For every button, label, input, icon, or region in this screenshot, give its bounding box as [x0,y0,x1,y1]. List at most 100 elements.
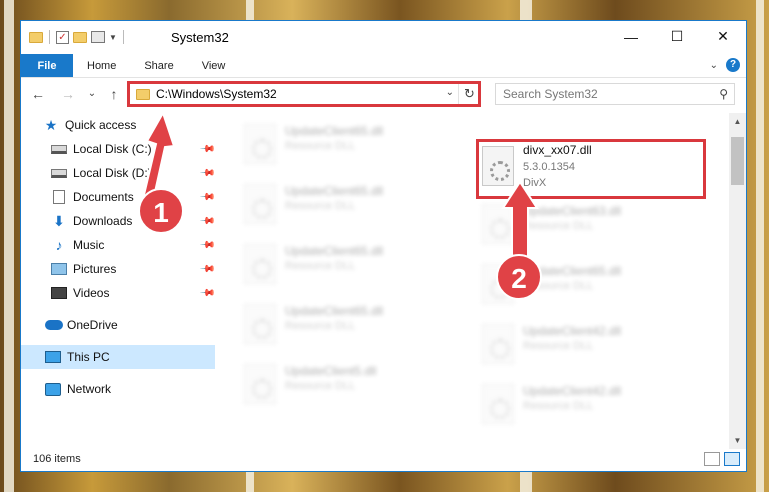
dll-file-icon [244,184,276,224]
file-name: UpdateClient65.dll [285,124,384,138]
close-button[interactable]: ✕ [700,21,746,52]
recent-locations-button[interactable]: ⌄ [83,85,101,103]
pin-icon[interactable]: 📌 [199,261,216,278]
sidebar-item-label: Local Disk (D:) [73,166,152,180]
sidebar-item-local-disk-d[interactable]: Local Disk (D:) 📌 [21,161,216,185]
file-type: Resource DLL [523,220,594,232]
list-item[interactable]: UpdateClient65.dll Resource DLL [241,299,471,349]
list-item[interactable]: UpdateClient5.dll Resource DLL [241,359,471,409]
sidebar-item-downloads[interactable]: ⬇ Downloads 📌 [21,209,215,233]
tab-view[interactable]: View [188,54,240,77]
forward-button[interactable]: → [59,85,77,103]
pin-icon[interactable]: 📌 [199,285,216,302]
view-toggle [704,452,740,466]
tree-bark [4,0,14,492]
disk-icon [51,168,67,178]
cloud-icon [45,320,63,330]
search-box[interactable]: Search System32 ⚲ [495,83,735,105]
properties-check-icon[interactable]: ✓ [56,30,69,44]
sidebar-item-videos[interactable]: Videos 📌 [21,281,216,305]
dll-file-icon [244,364,276,404]
search-input[interactable]: Search System32 [503,87,598,101]
new-folder-icon[interactable] [73,31,87,43]
scroll-up-arrow-icon[interactable]: ▲ [729,113,746,130]
maximize-button[interactable]: ☐ [654,21,700,52]
sidebar-item-label: Pictures [73,262,117,276]
document-icon [53,190,65,204]
dll-file-icon [244,244,276,284]
tab-home[interactable]: Home [73,54,130,77]
file-explorer-window: ✓ ▼ System32 — ☐ ✕ File Home Share View … [20,20,747,472]
sidebar-item-label: Local Disk (C:) [73,142,152,156]
search-icon[interactable]: ⚲ [719,87,728,101]
videos-icon [51,287,67,299]
sidebar-item-label: Downloads [73,214,133,228]
pictures-icon [51,263,67,275]
file-name: UpdateClient42.dll [523,384,622,398]
back-button[interactable]: ← [29,85,47,103]
sidebar-item-this-pc[interactable]: This PC [21,345,215,369]
scrollbar-thumb[interactable] [731,137,744,185]
sidebar-item-local-disk-c[interactable]: Local Disk (C:) 📌 [21,137,216,161]
dll-file-icon [244,124,276,164]
sidebar-item-label: This PC [67,350,110,364]
chevron-down-icon[interactable]: ▼ [109,33,117,42]
expand-ribbon-icon[interactable]: ⌄ [710,60,718,71]
file-type: Resource DLL [285,320,356,332]
help-icon[interactable]: ? [726,58,740,72]
sidebar-item-label: Videos [73,286,110,300]
navigation-bar: ← → ⌄ ↑ C:\Windows\System32 ⌄ ↻ Search S… [21,79,746,109]
dll-file-icon [482,384,514,424]
list-item[interactable]: UpdateClient42.dll Resource DLL [479,319,709,369]
sidebar-item-network[interactable]: Network [21,377,215,401]
sidebar-item-quick-access[interactable]: ★ Quick access [21,113,215,137]
star-icon: ★ [44,116,58,133]
sidebar-item-music[interactable]: ♪ Music 📌 [21,233,216,257]
sidebar-item-label: OneDrive [67,318,118,332]
tab-share[interactable]: Share [130,54,187,77]
sidebar-item-label: Quick access [65,118,137,132]
file-name: UpdateClient5.dll [285,364,377,378]
view-properties-icon[interactable] [91,31,105,43]
pin-icon[interactable]: 📌 [199,237,216,254]
file-type: Resource DLL [285,380,356,392]
up-button[interactable]: ↑ [105,85,123,103]
pin-icon[interactable]: 📌 [199,189,216,206]
step-1-badge: 1 [138,188,184,234]
details-view-icon[interactable] [704,452,720,466]
minimize-button[interactable]: — [608,21,654,52]
list-item[interactable]: UpdateClient65.dll Resource DLL [241,119,471,169]
pin-icon[interactable]: 📌 [199,141,216,158]
file-type: Resource DLL [285,140,356,152]
list-item[interactable]: UpdateClient65.dll Resource DLL [241,179,471,229]
navigation-pane: ★ Quick access Local Disk (C:) 📌 Local D… [21,113,216,449]
list-item[interactable]: UpdateClient63.dll Resource DLL [479,199,709,249]
file-name: UpdateClient65.dll [285,304,384,318]
pin-icon[interactable]: 📌 [199,213,216,230]
file-name: UpdateClient42.dll [523,324,622,338]
sidebar-item-label: Music [73,238,105,252]
step-2-badge: 2 [496,254,542,300]
file-type: Resource DLL [285,200,356,212]
list-item[interactable]: UpdateClient65.dll Resource DLL [241,239,471,289]
dll-file-icon [244,304,276,344]
sidebar-item-documents[interactable]: Documents 📌 [21,185,216,209]
tab-file[interactable]: File [21,54,73,77]
window-controls: — ☐ ✕ [608,21,746,52]
sidebar-item-pictures[interactable]: Pictures 📌 [21,257,216,281]
vertical-scrollbar[interactable]: ▲ ▼ [729,113,746,449]
list-item[interactable]: UpdateClient42.dll Resource DLL [479,379,709,429]
tiles-view-icon[interactable] [724,452,740,466]
file-type: Resource DLL [285,260,356,272]
tree-bark [756,0,764,492]
toolbar-divider [122,30,124,44]
file-name: UpdateClient65.dll [285,244,384,258]
quick-access-toolbar: ✓ ▼ [29,30,126,44]
address-highlight-box [127,81,481,107]
file-type: Resource DLL [523,400,594,412]
pin-icon[interactable]: 📌 [199,165,216,182]
sidebar-item-onedrive[interactable]: OneDrive [21,313,215,337]
dll-file-icon [482,204,514,244]
sidebar-item-label: Network [67,382,112,396]
file-list: UpdateClient65.dll Resource DLL UpdateCl… [221,113,731,449]
